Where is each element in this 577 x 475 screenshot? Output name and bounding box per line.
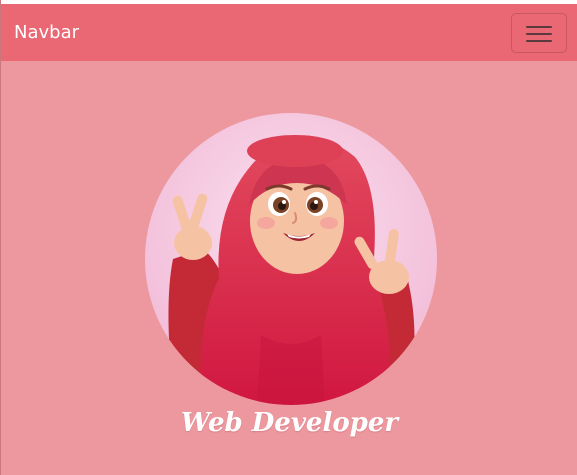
hamburger-menu-icon bbox=[526, 26, 552, 42]
role-caption: Web Developer bbox=[180, 408, 399, 438]
hijab-girl-avatar-icon bbox=[145, 113, 437, 405]
page: Navbar Web Developer bbox=[0, 0, 577, 475]
navbar: Navbar bbox=[1, 4, 577, 61]
navbar-toggle-button[interactable] bbox=[511, 13, 567, 53]
navbar-brand[interactable]: Navbar bbox=[14, 22, 79, 44]
avatar bbox=[145, 109, 437, 409]
